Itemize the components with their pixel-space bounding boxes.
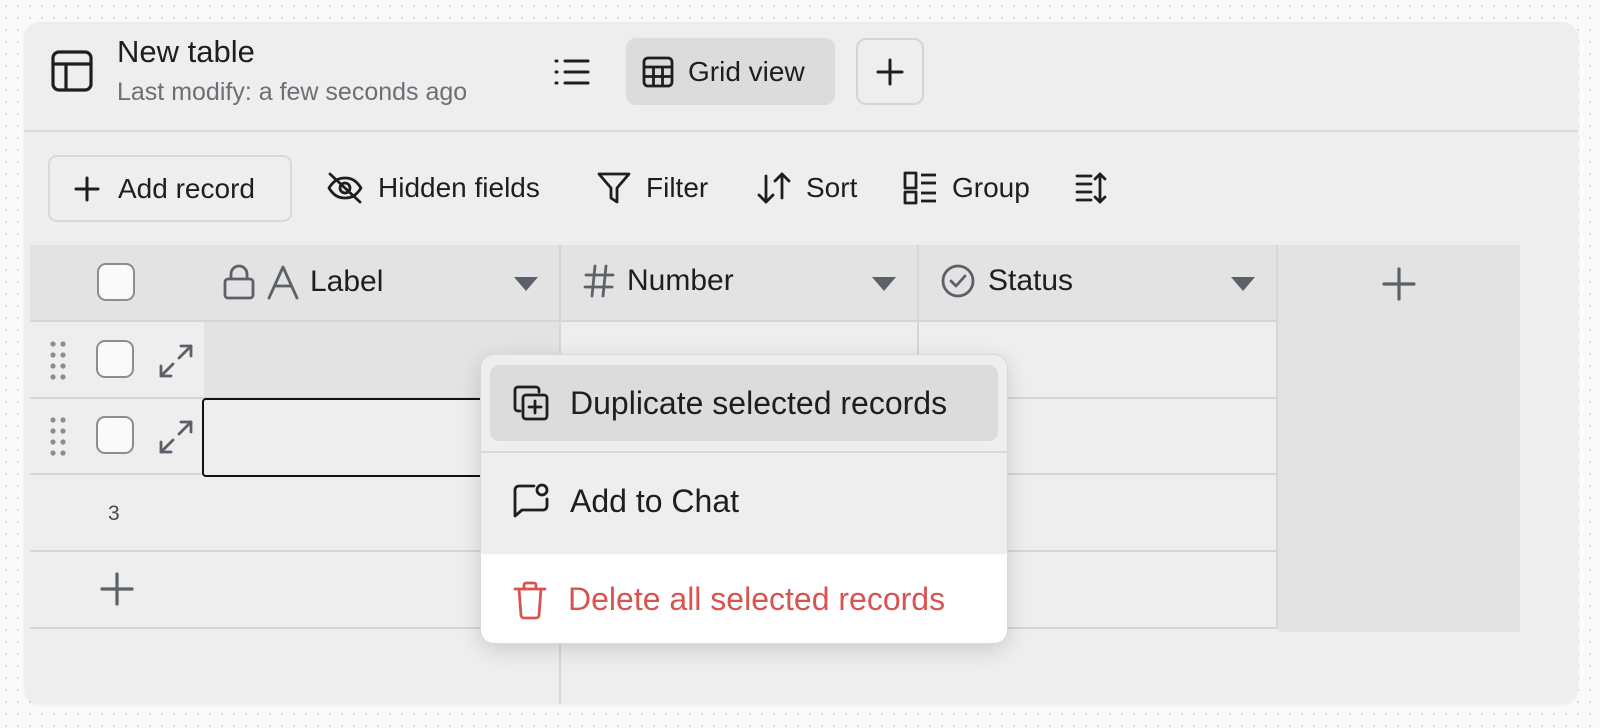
tab-grid-view[interactable]: Grid view bbox=[626, 38, 835, 105]
table-title[interactable]: New table bbox=[117, 34, 255, 70]
sort-icon bbox=[756, 170, 792, 206]
select-all-checkbox[interactable] bbox=[97, 263, 135, 301]
column-menu-caret-icon[interactable] bbox=[514, 277, 538, 291]
trash-icon bbox=[512, 580, 548, 620]
add-record-label: Add record bbox=[118, 172, 255, 204]
add-column-area bbox=[1278, 245, 1520, 632]
row-checkbox[interactable] bbox=[96, 416, 134, 454]
plus-icon bbox=[1382, 267, 1416, 301]
expand-icon[interactable] bbox=[158, 419, 194, 455]
drag-handle-icon[interactable] bbox=[48, 416, 68, 456]
expand-icon[interactable] bbox=[158, 343, 194, 379]
text-field-icon bbox=[266, 264, 300, 300]
context-menu: Duplicate selected records Add to Chat D… bbox=[480, 354, 1008, 644]
column-divider bbox=[1276, 245, 1278, 629]
tab-grid-view-label: Grid view bbox=[688, 55, 805, 87]
column-menu-caret-icon[interactable] bbox=[1231, 277, 1255, 291]
add-to-chat-label: Add to Chat bbox=[570, 482, 739, 519]
lock-icon bbox=[222, 263, 256, 301]
table-card: New table Last modify: a few seconds ago… bbox=[24, 22, 1578, 704]
add-to-chat-menu-item[interactable]: Add to Chat bbox=[490, 463, 998, 539]
delete-records-menu-item[interactable]: Delete all selected records bbox=[481, 554, 1007, 643]
last-modified-text: Last modify: a few seconds ago bbox=[117, 78, 468, 106]
column-title: Status bbox=[988, 264, 1074, 297]
eye-off-icon bbox=[326, 171, 364, 205]
grid-view-icon bbox=[642, 56, 674, 88]
column-header-number[interactable]: Number bbox=[583, 263, 734, 299]
row-number: 3 bbox=[108, 502, 120, 525]
row-height-icon bbox=[1074, 170, 1108, 206]
filter-icon bbox=[596, 170, 632, 206]
list-icon[interactable] bbox=[552, 54, 592, 90]
duplicate-icon bbox=[512, 384, 550, 422]
column-header-label[interactable]: Label bbox=[222, 263, 383, 301]
add-record-button[interactable]: Add record bbox=[48, 155, 292, 222]
plus-icon bbox=[74, 176, 100, 202]
group-icon bbox=[902, 170, 938, 206]
hash-icon bbox=[583, 263, 615, 299]
column-header-status[interactable]: Status bbox=[940, 263, 1073, 299]
duplicate-records-label: Duplicate selected records bbox=[570, 384, 948, 421]
menu-separator bbox=[481, 451, 1007, 453]
header-divider bbox=[24, 130, 1578, 132]
add-row-button[interactable] bbox=[100, 572, 134, 606]
hidden-fields-label: Hidden fields bbox=[378, 172, 540, 203]
sort-label: Sort bbox=[806, 172, 858, 203]
plus-icon bbox=[876, 58, 904, 86]
duplicate-records-menu-item[interactable]: Duplicate selected records bbox=[490, 365, 998, 441]
row-checkbox[interactable] bbox=[96, 340, 134, 378]
filter-button[interactable]: Filter bbox=[596, 168, 708, 208]
row-height-button[interactable] bbox=[1074, 168, 1108, 208]
column-title: Label bbox=[310, 265, 384, 298]
check-circle-icon bbox=[940, 263, 976, 299]
add-view-button[interactable] bbox=[856, 38, 924, 105]
row-divider bbox=[30, 320, 1278, 322]
group-label: Group bbox=[952, 172, 1030, 203]
column-menu-caret-icon[interactable] bbox=[872, 277, 896, 291]
column-title: Number bbox=[627, 264, 734, 297]
add-column-button[interactable] bbox=[1382, 267, 1416, 301]
group-button[interactable]: Group bbox=[902, 168, 1030, 208]
hidden-fields-button[interactable]: Hidden fields bbox=[326, 168, 540, 208]
drag-handle-icon[interactable] bbox=[48, 340, 68, 380]
table-icon bbox=[50, 49, 94, 93]
plus-icon bbox=[100, 572, 134, 606]
chat-add-icon bbox=[512, 482, 550, 520]
filter-label: Filter bbox=[646, 172, 709, 203]
delete-records-label: Delete all selected records bbox=[568, 581, 946, 617]
sort-button[interactable]: Sort bbox=[756, 168, 857, 208]
